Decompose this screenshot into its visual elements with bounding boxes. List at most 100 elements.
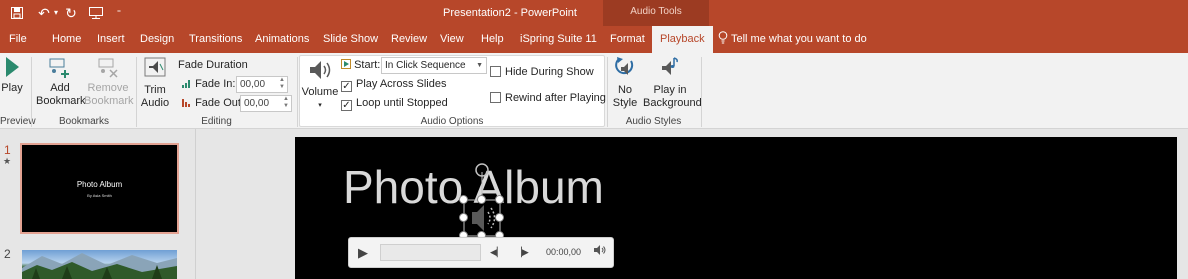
player-play-icon[interactable]: ▶ [358,238,368,267]
undo-icon[interactable]: ↶ [34,0,54,26]
checkbox-unchecked-icon[interactable] [490,66,501,77]
lightbulb-icon [718,31,728,44]
hide-during-show-checkbox[interactable]: Hide During Show [490,66,594,78]
checkbox-checked-icon[interactable]: ✓ [341,81,352,92]
rewind-after-playing-checkbox[interactable]: Rewind after Playing [490,92,606,104]
play-label: Play [1,82,23,94]
save-icon[interactable] [8,0,26,26]
redo-icon[interactable]: ↻ [62,0,80,26]
resize-handle[interactable] [459,213,468,222]
loop-until-stopped-checkbox[interactable]: ✓ Loop until Stopped [341,97,448,111]
slide-number-2: 2 [4,247,11,261]
resize-handle[interactable] [459,195,468,204]
start-select-value: In Click Sequence [385,60,466,71]
resize-handle[interactable] [495,213,504,222]
fade-duration-label: Fade Duration [178,59,248,71]
tab-format[interactable]: Format [610,26,645,53]
volume-dropdown-icon: ▾ [318,102,322,109]
fade-in-spinner[interactable]: 00,00 ▲ ▼ [236,76,288,93]
remove-bookmark-label-1: Remove [87,82,129,94]
play-in-background-label-2: Background [643,97,702,109]
undo-dropdown-icon[interactable]: ▾ [52,0,60,26]
slide-thumbnail-2[interactable] [22,250,177,279]
no-style-button[interactable]: No Style [610,56,640,110]
tab-playback[interactable]: Playback [652,26,713,53]
add-bookmark-icon [49,58,69,78]
play-across-slides-checkbox[interactable]: ✓ Play Across Slides [341,78,446,92]
tab-file[interactable]: File [9,26,27,53]
resize-handle[interactable] [477,195,486,204]
fade-in-value: 00,00 [240,79,266,90]
play-in-background-icon [662,57,678,75]
play-in-background-label-1: Play in [653,84,687,96]
tab-design[interactable]: Design [140,26,174,53]
editing-group-label: Editing [201,116,232,127]
tell-me-text: Tell me what you want to do [731,33,867,45]
player-volume-icon[interactable] [594,238,606,267]
presenter-icon[interactable] [87,0,105,26]
fade-out-spinner[interactable]: 00,00 ▲ ▼ [240,95,292,112]
tab-review[interactable]: Review [391,26,427,53]
skip-back-icon[interactable]: ◀▏ [490,238,504,267]
volume-button[interactable]: Volume ▾ [301,58,339,112]
fade-out-icon [182,99,190,107]
separator [607,57,608,127]
add-bookmark-label-2: Bookmark [36,95,86,107]
tab-view[interactable]: View [440,26,464,53]
fade-out-label: Fade Out: [182,97,244,109]
bookmarks-group-label: Bookmarks [58,116,109,127]
trim-label-2: Audio [140,97,170,109]
customize-qat-icon[interactable]: ⁼ [114,0,124,26]
audio-styles-group-label: Audio Styles [625,116,682,127]
thumbnail-subtitle: By Asia Smith [87,193,112,198]
tab-transitions[interactable]: Transitions [189,26,242,53]
audio-player-bar: ▶ ◀▏ ▕▶ 00:00,00 [348,237,614,268]
play-in-background-button[interactable]: Play in Background [643,56,702,110]
tab-animations[interactable]: Animations [255,26,309,53]
player-time: 00:00,00 [546,247,582,257]
tell-me-search[interactable]: Tell me what you want to do [718,26,867,53]
slide-thumbnail-1[interactable]: Photo Album By Asia Smith [20,143,179,234]
fade-in-label: Fade In: [182,78,235,90]
checkbox-unchecked-icon[interactable] [490,92,501,103]
no-style-label-2: Style [612,97,638,109]
tab-insert[interactable]: Insert [97,26,125,53]
remove-bookmark-icon [98,58,118,78]
mountain-photo [22,253,177,279]
slide-number-1: 1 [4,143,11,157]
skip-forward-icon[interactable]: ▕▶ [515,238,529,267]
separator [297,57,298,127]
separator [31,57,32,127]
context-group-label: Audio Tools [630,6,682,17]
audio-progress-track[interactable] [380,244,481,261]
trim-label-1: Trim [144,84,166,96]
spinner-arrows-icon[interactable]: ▲ ▼ [283,96,289,110]
start-select[interactable]: In Click Sequence ▼ [381,57,487,74]
spinner-arrows-icon[interactable]: ▲ ▼ [279,77,285,91]
remove-bookmark-button[interactable]: Remove Bookmark [84,56,134,108]
separator [136,57,137,127]
chevron-down-icon: ▼ [476,62,483,69]
resize-handle[interactable] [495,195,504,204]
audio-options-group-label: Audio Options [420,116,484,127]
play-icon [6,57,19,77]
trim-audio-icon [144,57,166,77]
trim-audio-button[interactable]: Trim Audio [139,56,171,110]
preview-group-label: Preview [0,116,36,127]
start-icon [341,59,351,69]
volume-label: Volume [301,86,339,98]
start-label: Start: [341,59,380,71]
thumbnail-title: Photo Album [76,180,123,189]
add-bookmark-button[interactable]: Add Bookmark [36,56,86,108]
animation-star-icon: ★ [3,156,12,166]
separator [701,57,702,127]
tab-slide-show[interactable]: Slide Show [323,26,378,53]
play-button[interactable]: Play [0,56,24,95]
checkbox-checked-icon[interactable]: ✓ [341,100,352,111]
tab-help[interactable]: Help [481,26,504,53]
no-style-icon [615,57,634,75]
add-bookmark-label-1: Add [50,82,70,94]
remove-bookmark-label-2: Bookmark [84,95,134,107]
tab-ispring[interactable]: iSpring Suite 11 [520,26,597,53]
tab-home[interactable]: Home [52,26,81,53]
